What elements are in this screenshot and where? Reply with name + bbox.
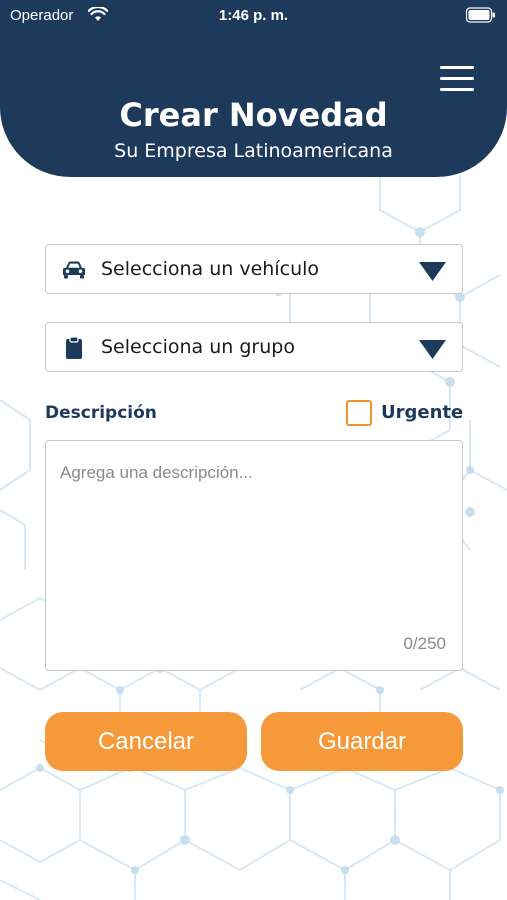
vehicle-select-label: Selecciona un vehículo bbox=[101, 258, 320, 280]
dropdown-triangle-icon bbox=[419, 262, 446, 281]
page-subtitle: Su Empresa Latinoamericana bbox=[114, 140, 393, 162]
create-novelty-screen: Operador 1:46 p. m. Crear Novedad Su Emp… bbox=[0, 0, 507, 900]
menu-line bbox=[440, 88, 474, 91]
menu-line bbox=[440, 77, 474, 80]
car-icon bbox=[63, 261, 85, 279]
character-counter: 0/250 bbox=[403, 634, 446, 653]
dropdown-triangle-icon bbox=[419, 340, 446, 359]
group-select-label: Selecciona un grupo bbox=[101, 336, 295, 358]
menu-line bbox=[440, 66, 474, 69]
page-title: Crear Novedad bbox=[119, 96, 388, 134]
status-time: 1:46 p. m. bbox=[218, 7, 289, 24]
clipboard-icon bbox=[66, 336, 82, 359]
urgent-label[interactable]: Urgente bbox=[381, 402, 463, 423]
group-select[interactable]: Selecciona un grupo bbox=[45, 322, 463, 372]
vehicle-select[interactable]: Selecciona un vehículo bbox=[45, 244, 463, 294]
description-label: Descripción bbox=[45, 403, 157, 423]
description-input[interactable] bbox=[46, 441, 462, 670]
save-button[interactable]: Guardar bbox=[261, 712, 463, 771]
app-header: Operador 1:46 p. m. Crear Novedad Su Emp… bbox=[0, 0, 507, 177]
description-field: 0/250 bbox=[45, 440, 463, 671]
hamburger-menu-icon[interactable] bbox=[436, 62, 478, 96]
battery-icon bbox=[466, 7, 495, 23]
status-bar: Operador 1:46 p. m. bbox=[0, 0, 507, 32]
cancel-button[interactable]: Cancelar bbox=[45, 712, 247, 771]
urgent-checkbox[interactable] bbox=[346, 400, 372, 426]
